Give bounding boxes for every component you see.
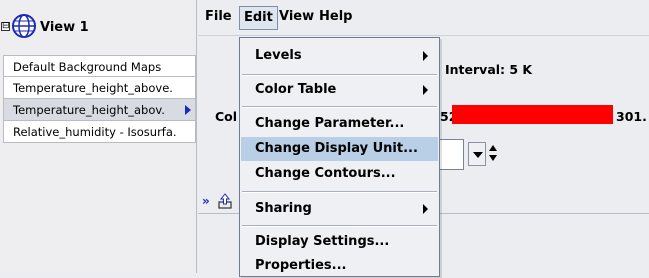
color-table-label: Col: [215, 109, 238, 124]
submenu-arrow-icon: [423, 51, 428, 61]
layer-list: Default Background Maps Temperature_heig…: [3, 55, 196, 143]
menu-item-label: Levels: [255, 48, 302, 63]
value-combo-box[interactable]: [436, 139, 464, 170]
layer-item-temperature-2[interactable]: Temperature_height_abov.: [3, 99, 196, 121]
contour-interval-label: Interval: 5 K: [445, 62, 533, 77]
menu-item-label: Display Settings...: [255, 234, 390, 249]
edit-menu-dropdown: Levels Color Table Change Parameter... C…: [239, 37, 440, 277]
menu-item-color-table[interactable]: Color Table: [241, 78, 438, 102]
spinner-up-icon[interactable]: [489, 145, 497, 151]
menu-item-change-contours[interactable]: Change Contours...: [241, 162, 438, 186]
view-header[interactable]: ⊟ View 1: [0, 8, 197, 48]
menu-item-display-settings[interactable]: Display Settings...: [241, 230, 438, 254]
menu-item-label: Color Table: [255, 82, 337, 97]
menu-separator: [242, 106, 437, 108]
menu-help[interactable]: Help: [319, 9, 352, 24]
layer-submenu-arrow-icon[interactable]: [185, 105, 191, 115]
menu-file[interactable]: File: [205, 9, 232, 24]
menu-separator: [242, 225, 437, 227]
menu-item-properties[interactable]: Properties...: [241, 254, 438, 278]
color-table-bar[interactable]: [452, 105, 613, 124]
layer-item-default-background-maps[interactable]: Default Background Maps: [3, 55, 196, 77]
color-range-max: 301.: [616, 109, 647, 124]
layer-item-temperature-1[interactable]: Temperature_height_above.: [3, 77, 196, 99]
spinner-arrows-icon[interactable]: [489, 143, 498, 165]
menu-item-label: Sharing: [255, 201, 312, 216]
menu-item-label: Change Parameter...: [255, 116, 405, 131]
menu-item-sharing[interactable]: Sharing: [241, 197, 438, 221]
menu-item-label: Change Contours...: [255, 166, 396, 181]
layer-tree-panel: ⊟ View 1 Default Background Maps Tempera…: [0, 0, 197, 273]
menu-view[interactable]: View: [279, 9, 314, 24]
export-icon[interactable]: [218, 193, 232, 209]
menu-edit[interactable]: Edit: [239, 6, 278, 30]
combo-dropdown-arrow-icon[interactable]: [468, 142, 486, 166]
submenu-arrow-icon: [423, 85, 428, 95]
menu-item-label: Change Display Unit...: [255, 141, 418, 156]
menu-separator: [242, 74, 437, 76]
view-title: View 1: [40, 20, 89, 35]
layer-label: Relative_humidity - Isosurfa.: [13, 125, 177, 139]
menubar: File Edit View Help: [198, 0, 649, 36]
menu-item-label: Properties...: [255, 258, 347, 273]
menu-item-change-parameter[interactable]: Change Parameter...: [241, 112, 438, 136]
layer-label: Temperature_height_above.: [13, 81, 173, 95]
menu-item-change-display-unit[interactable]: Change Display Unit...: [241, 137, 438, 161]
layer-item-relative-humidity[interactable]: Relative_humidity - Isosurfa.: [3, 121, 196, 143]
layer-label: Default Background Maps: [13, 60, 162, 74]
submenu-arrow-icon: [423, 204, 428, 214]
menu-item-levels[interactable]: Levels: [241, 44, 438, 68]
chevrons-icon[interactable]: »: [202, 194, 210, 208]
spinner-down-icon[interactable]: [489, 155, 497, 161]
layer-label: Temperature_height_abov.: [13, 103, 165, 117]
menu-separator: [242, 191, 437, 193]
globe-icon: [12, 14, 36, 38]
collapse-toggle-icon[interactable]: ⊟: [1, 22, 10, 31]
